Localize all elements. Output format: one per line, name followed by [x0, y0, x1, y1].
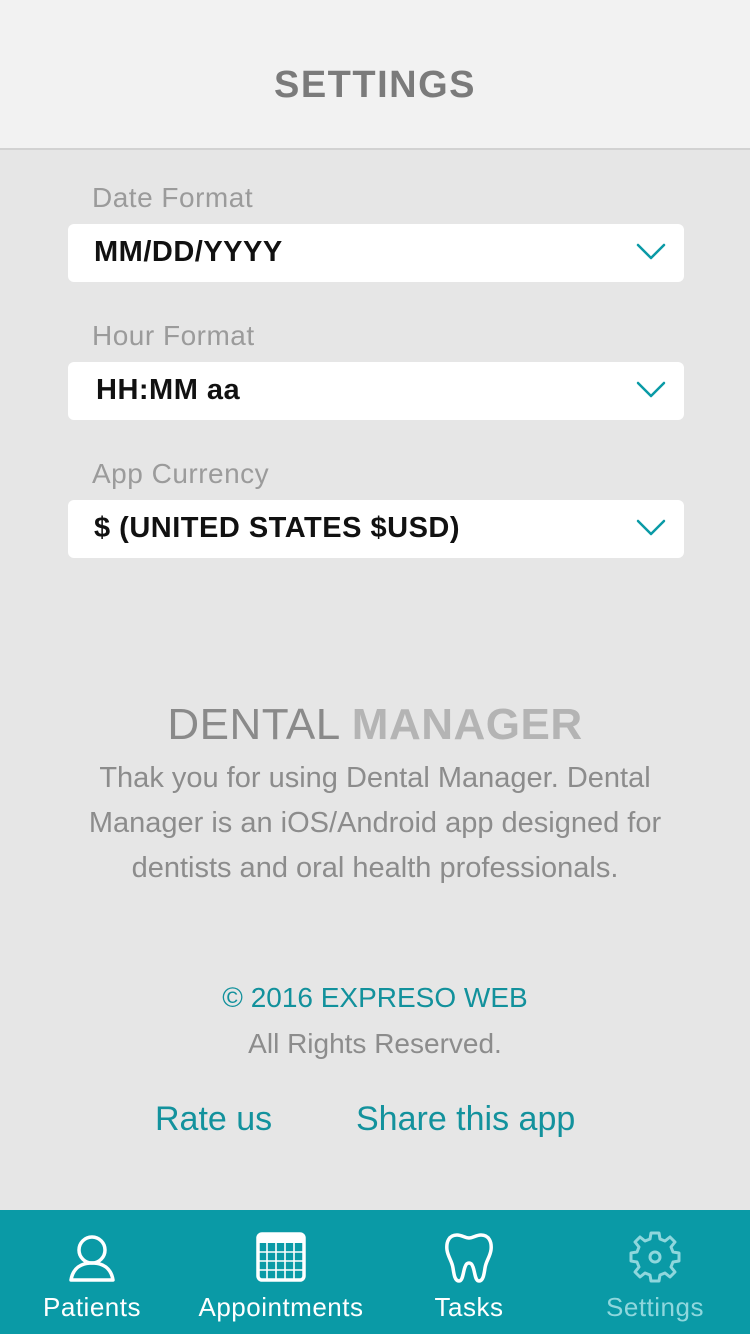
chevron-down-icon	[636, 519, 666, 536]
tab-patients[interactable]: Patients	[0, 1210, 184, 1334]
hour-format-value: HH:MM aa	[96, 374, 241, 406]
tab-label-appointments: Appointments	[198, 1292, 364, 1322]
date-format-select[interactable]: MM/DD/YYYY	[68, 224, 684, 282]
navigation-header: SETTINGS	[0, 0, 750, 150]
rights-text: All Rights Reserved.	[248, 1028, 502, 1059]
calendar-icon	[256, 1232, 306, 1282]
tab-bar: Patients Appointments Tasks Settings	[0, 1210, 750, 1334]
share-app-link[interactable]: Share this app	[356, 1100, 575, 1139]
chevron-down-icon	[636, 381, 666, 398]
app-description: Thak you for using Dental Manager. Denta…	[88, 762, 662, 884]
tab-settings[interactable]: Settings	[560, 1210, 750, 1334]
currency-value: $ (UNITED STATES $USD)	[94, 512, 461, 544]
person-icon	[69, 1235, 115, 1282]
tab-label-tasks: Tasks	[434, 1292, 504, 1322]
gear-icon	[629, 1231, 681, 1283]
tab-label-settings: Settings	[606, 1292, 704, 1322]
tooth-icon	[445, 1233, 493, 1283]
tab-tasks[interactable]: Tasks	[378, 1210, 560, 1334]
chevron-down-icon	[636, 243, 666, 260]
rate-us-link[interactable]: Rate us	[155, 1100, 272, 1139]
currency-select[interactable]: $ (UNITED STATES $USD)	[68, 500, 684, 558]
tab-appointments[interactable]: Appointments	[184, 1210, 378, 1334]
brand-wordmark: DENTAL MANAGER	[0, 700, 750, 750]
brand-word-manager: MANAGER	[351, 700, 583, 749]
currency-label: App Currency	[92, 458, 270, 489]
page-title: SETTINGS	[273, 64, 477, 106]
copyright-text: © 2016 EXPRESO WEB	[222, 982, 528, 1013]
hour-format-select[interactable]: HH:MM aa	[68, 362, 684, 420]
tab-label-patients: Patients	[43, 1292, 141, 1322]
hour-format-label: Hour Format	[92, 320, 255, 351]
brand-word-dental: DENTAL	[167, 700, 340, 749]
date-format-value: MM/DD/YYYY	[94, 236, 283, 268]
date-format-label: Date Format	[92, 182, 254, 213]
